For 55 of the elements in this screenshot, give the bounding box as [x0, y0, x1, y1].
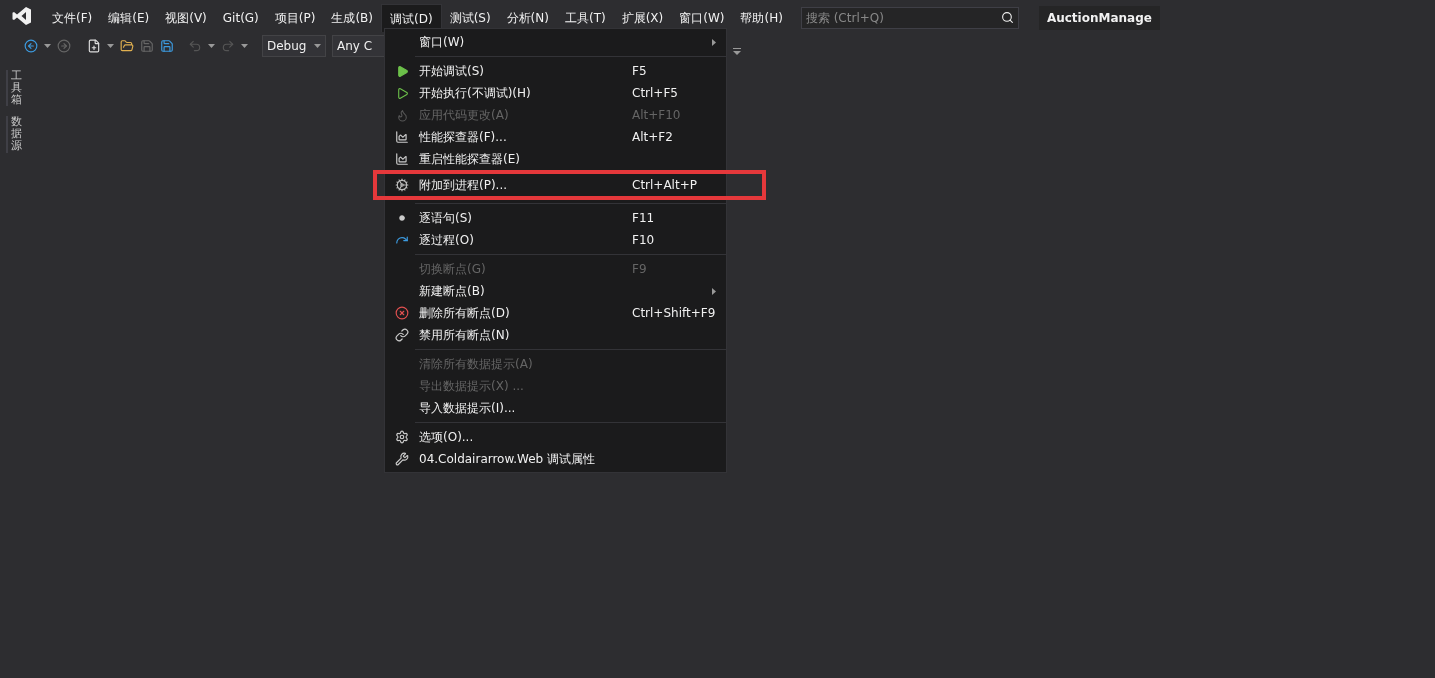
menu-bar-item[interactable]: 窗口(W)	[671, 4, 733, 32]
back-icon[interactable]	[24, 39, 38, 53]
solution-title: AuctionManage	[1038, 6, 1160, 30]
menu-item[interactable]: 开始执行(不调试)(H) Ctrl+F5	[385, 82, 726, 104]
chart-icon	[395, 130, 409, 144]
logo-icon	[12, 6, 32, 26]
menu-bar-item[interactable]: 分析(N)	[498, 4, 557, 32]
forward-icon[interactable]	[57, 39, 71, 53]
caret-icon	[241, 44, 248, 48]
caret-icon	[208, 44, 215, 48]
caret-icon	[107, 44, 114, 48]
caret-icon	[44, 44, 51, 48]
gears-icon	[395, 178, 409, 192]
search-icon[interactable]	[1000, 11, 1014, 24]
settings-icon	[395, 430, 409, 444]
menu-item[interactable]: 选项(O)...	[385, 426, 726, 448]
new-file-icon[interactable]	[87, 39, 101, 53]
configuration-dropdown[interactable]: Debug	[262, 35, 326, 57]
menu-bar-item[interactable]: 视图(V)	[157, 4, 215, 32]
play-icon	[395, 64, 409, 78]
link-icon	[395, 328, 409, 342]
menu-bar-item[interactable]: 文件(F)	[44, 4, 101, 32]
menu-item[interactable]: 04.Coldairarrow.Web 调试属性	[385, 448, 726, 470]
flame-icon	[395, 108, 409, 122]
chart-icon	[395, 152, 409, 166]
side-tab[interactable]: 工具箱	[6, 70, 22, 107]
menu-item[interactable]: 重启性能探查器(E)	[385, 148, 726, 170]
menu-bar-item[interactable]: 工具(T)	[556, 4, 614, 32]
menu-item[interactable]: 性能探查器(F)... Alt+F2	[385, 126, 726, 148]
wrench-icon	[395, 452, 409, 466]
dot-icon	[399, 215, 405, 221]
caret-icon	[314, 44, 321, 48]
save-icon[interactable]	[140, 39, 154, 53]
menu-bar-item[interactable]: 帮助(H)	[732, 4, 791, 32]
menu-item[interactable]: 删除所有断点(D) Ctrl+Shift+F9	[385, 302, 726, 324]
menu-item[interactable]: 导入数据提示(I)...	[385, 397, 726, 419]
menu-item[interactable]: 禁用所有断点(N)	[385, 324, 726, 346]
save-all-icon[interactable]	[160, 39, 174, 53]
menu-item[interactable]: 开始调试(S) F5	[385, 60, 726, 82]
menu-bar-item[interactable]: Git(G)	[214, 4, 267, 32]
play-outline-icon	[395, 86, 409, 100]
folder-icon[interactable]	[120, 39, 134, 53]
menu-bar-item[interactable]: 编辑(E)	[100, 4, 158, 32]
menu-bar-item[interactable]: 生成(B)	[323, 4, 381, 32]
menu-bar-item[interactable]: 测试(S)	[441, 4, 499, 32]
menu-item[interactable]: 附加到进程(P)... Ctrl+Alt+P	[385, 174, 762, 196]
menu-item[interactable]: 逐过程(O) F10	[385, 229, 726, 251]
overflow-icon[interactable]	[733, 48, 741, 55]
menu-item[interactable]: 新建断点(B)	[385, 280, 726, 302]
menu-bar-item[interactable]: 扩展(X)	[613, 4, 672, 32]
search-field[interactable]: 搜索 (Ctrl+Q)	[800, 7, 1019, 29]
menu-bar-item[interactable]: 项目(P)	[266, 4, 324, 32]
delete-breakpoints-icon	[395, 306, 409, 320]
menu-item[interactable]: 逐语句(S) F11	[385, 207, 726, 229]
side-tab[interactable]: 数据源	[6, 116, 22, 153]
